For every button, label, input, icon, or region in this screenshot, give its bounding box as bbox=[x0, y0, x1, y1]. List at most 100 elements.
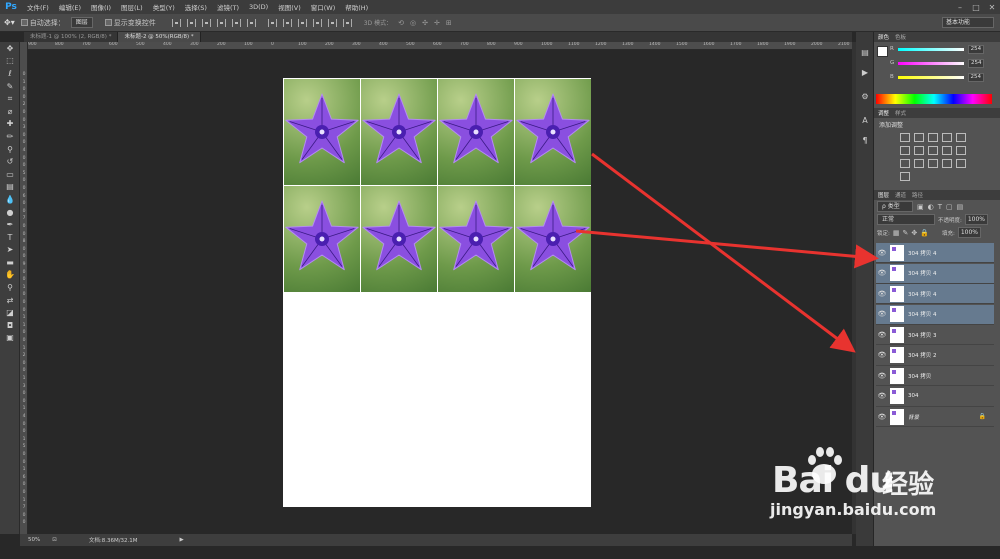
layer-row[interactable]: 👁 304 拷贝 2 bbox=[876, 346, 994, 366]
color-balance-icon[interactable] bbox=[914, 146, 924, 155]
3d-scale-icon[interactable]: ⊞ bbox=[446, 19, 452, 27]
distribute-bottom-icon[interactable] bbox=[297, 18, 307, 27]
document-canvas[interactable] bbox=[283, 78, 591, 507]
layer-row[interactable]: 👁 背景 🔒 bbox=[876, 407, 994, 427]
healing-brush-tool-icon[interactable]: ✚ bbox=[0, 118, 20, 131]
invert-icon[interactable] bbox=[914, 159, 924, 168]
layer-name[interactable]: 304 拷贝 bbox=[908, 372, 931, 380]
layer-row[interactable]: 👁 304 拷贝 4 bbox=[876, 243, 994, 263]
menu-image[interactable]: 图像(I) bbox=[86, 2, 116, 12]
3d-roll-icon[interactable]: ◎ bbox=[410, 19, 416, 27]
menu-type[interactable]: 类型(Y) bbox=[148, 2, 180, 12]
crop-tool-icon[interactable]: ⌗ bbox=[0, 92, 20, 105]
align-left-icon[interactable] bbox=[216, 18, 226, 27]
visibility-eye-icon[interactable]: 👁 bbox=[876, 372, 888, 380]
reset-colors-icon[interactable]: ⇄ bbox=[0, 294, 20, 307]
hue-saturation-icon[interactable] bbox=[900, 146, 910, 155]
distribute-top-icon[interactable] bbox=[267, 18, 277, 27]
lock-all-icon[interactable]: 🔒 bbox=[920, 229, 929, 237]
filter-adjust-icon[interactable]: ◐ bbox=[928, 203, 934, 211]
layer-row[interactable]: 👁 304 拷贝 4 bbox=[876, 263, 994, 284]
gradient-tool-icon[interactable]: ▤ bbox=[0, 181, 20, 194]
status-arrow-icon[interactable]: ▶ bbox=[180, 537, 184, 543]
close-icon[interactable]: ✕ bbox=[984, 3, 1000, 12]
lock-position-icon[interactable]: ✥ bbox=[911, 229, 917, 237]
align-vcenter-icon[interactable] bbox=[186, 18, 196, 27]
brush-tool-icon[interactable]: ✏ bbox=[0, 130, 20, 143]
layer-name[interactable]: 304 拷贝 3 bbox=[908, 331, 937, 339]
layer-name[interactable]: 背景 bbox=[908, 413, 919, 421]
color-lookup-icon[interactable] bbox=[900, 159, 910, 168]
distribute-vcenter-icon[interactable] bbox=[282, 18, 292, 27]
visibility-eye-icon[interactable]: 👁 bbox=[876, 290, 888, 298]
channel-mixer-icon[interactable] bbox=[956, 146, 966, 155]
slider-b[interactable] bbox=[897, 75, 964, 79]
exposure-icon[interactable] bbox=[942, 133, 952, 142]
3d-pan-icon[interactable]: ✣ bbox=[422, 19, 428, 27]
black-white-icon[interactable] bbox=[928, 146, 938, 155]
align-right-icon[interactable] bbox=[246, 18, 256, 27]
distribute-hcenter-icon[interactable] bbox=[327, 18, 337, 27]
gradient-map-icon[interactable] bbox=[956, 159, 966, 168]
screen-mode-icon[interactable]: ▣ bbox=[0, 332, 20, 345]
brightness-icon[interactable] bbox=[900, 133, 910, 142]
visibility-eye-icon[interactable]: 👁 bbox=[876, 331, 888, 339]
menu-3d[interactable]: 3D(D) bbox=[244, 3, 273, 11]
layer-name[interactable]: 304 拷贝 4 bbox=[908, 269, 937, 277]
tab-swatches[interactable]: 色板 bbox=[895, 33, 906, 41]
distribute-right-icon[interactable] bbox=[342, 18, 352, 27]
eyedropper-tool-icon[interactable]: ⌀ bbox=[0, 105, 20, 118]
quick-mask-icon[interactable]: ◘ bbox=[0, 319, 20, 332]
3d-rotate-icon[interactable]: ⟲ bbox=[398, 19, 404, 27]
tab-styles[interactable]: 样式 bbox=[895, 109, 906, 117]
history-panel-icon[interactable]: ▤ bbox=[856, 42, 874, 62]
layer-name[interactable]: 304 拷贝 4 bbox=[908, 290, 937, 298]
lock-transparent-icon[interactable]: ▦ bbox=[893, 229, 900, 237]
workspace-dropdown[interactable]: 基本功能 bbox=[942, 17, 994, 28]
blur-tool-icon[interactable]: 💧 bbox=[0, 193, 20, 206]
layer-name[interactable]: 304 拷贝 4 bbox=[908, 249, 937, 257]
threshold-icon[interactable] bbox=[942, 159, 952, 168]
layer-name[interactable]: 304 bbox=[908, 393, 919, 399]
show-transform-checkbox[interactable]: 显示变换控件 bbox=[104, 18, 156, 28]
curves-icon[interactable] bbox=[928, 133, 938, 142]
blend-mode-dropdown[interactable]: 正常 bbox=[877, 214, 935, 225]
layer-row[interactable]: 👁 304 拷贝 3 bbox=[876, 325, 994, 345]
layer-row[interactable]: 👁 304 拷贝 bbox=[876, 366, 994, 386]
layer-row[interactable]: 👁 304 bbox=[876, 387, 994, 407]
properties-panel-icon[interactable]: ⚙ bbox=[856, 86, 874, 106]
posterize-icon[interactable] bbox=[928, 159, 938, 168]
filter-shape-icon[interactable]: ▢ bbox=[946, 203, 953, 211]
align-top-icon[interactable] bbox=[171, 18, 181, 27]
tab-color[interactable]: 颜色 bbox=[878, 33, 889, 41]
filter-smart-icon[interactable]: ▤ bbox=[957, 203, 964, 211]
zoom-level[interactable]: 50% bbox=[28, 537, 40, 543]
hand-tool-icon[interactable]: ✋ bbox=[0, 269, 20, 282]
visibility-eye-icon[interactable]: 👁 bbox=[876, 413, 888, 421]
foreground-color-swatch[interactable] bbox=[877, 46, 888, 57]
auto-select-dropdown[interactable]: 图层 bbox=[70, 17, 93, 28]
selective-color-icon[interactable] bbox=[900, 172, 910, 181]
type-tool-icon[interactable]: T bbox=[0, 231, 20, 244]
visibility-eye-icon[interactable]: 👁 bbox=[876, 392, 888, 400]
value-r[interactable]: 254 bbox=[967, 44, 984, 54]
menu-select[interactable]: 选择(S) bbox=[180, 2, 212, 12]
quick-select-tool-icon[interactable]: ✎ bbox=[0, 80, 20, 93]
distribute-left-icon[interactable] bbox=[312, 18, 322, 27]
tab-layers[interactable]: 图层 bbox=[878, 191, 889, 199]
color-spectrum[interactable] bbox=[876, 94, 992, 104]
foreground-background-color-icon[interactable]: ◪ bbox=[0, 306, 20, 319]
fill-input[interactable]: 100% bbox=[957, 227, 981, 238]
visibility-eye-icon[interactable]: 👁 bbox=[876, 249, 888, 257]
menu-file[interactable]: 文件(F) bbox=[22, 2, 54, 12]
minimize-icon[interactable]: – bbox=[952, 3, 968, 12]
auto-select-checkbox[interactable]: 自动选择： bbox=[20, 18, 65, 28]
layer-name[interactable]: 304 拷贝 2 bbox=[908, 351, 937, 359]
zoom-tool-icon[interactable]: ⚲ bbox=[0, 281, 20, 294]
slider-r[interactable] bbox=[897, 47, 964, 51]
photo-filter-icon[interactable] bbox=[942, 146, 952, 155]
value-b[interactable]: 254 bbox=[967, 72, 984, 82]
levels-icon[interactable] bbox=[914, 133, 924, 142]
tab-adjustments[interactable]: 调整 bbox=[878, 109, 889, 117]
move-tool-icon[interactable]: ✥ bbox=[0, 42, 20, 55]
